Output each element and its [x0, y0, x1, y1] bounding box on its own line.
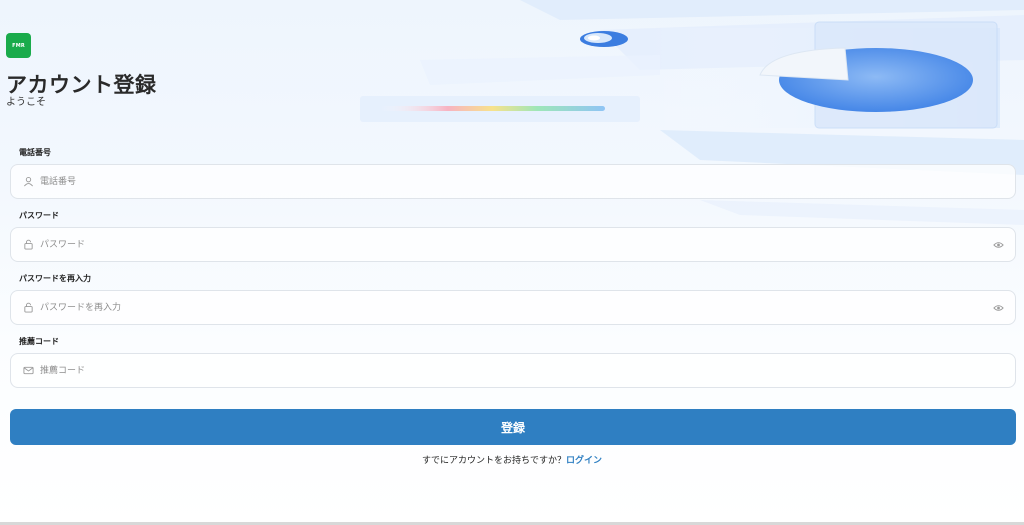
- password-label: パスワード: [19, 211, 59, 220]
- eye-icon[interactable]: [991, 301, 1005, 315]
- eye-icon[interactable]: [991, 238, 1005, 252]
- mail-icon: [22, 365, 34, 377]
- phone-field[interactable]: [10, 164, 1016, 199]
- lock-icon: [22, 302, 34, 314]
- referral-input[interactable]: [40, 354, 1015, 387]
- page-subtitle: ようこそ: [6, 97, 46, 108]
- app-logo: FMR: [6, 33, 31, 58]
- phone-input[interactable]: [40, 165, 1015, 198]
- password-confirm-field[interactable]: [10, 290, 1016, 325]
- password-input[interactable]: [40, 228, 991, 261]
- register-button[interactable]: 登録: [10, 409, 1016, 445]
- password-confirm-label: パスワードを再入力: [19, 274, 91, 283]
- user-icon: [22, 176, 34, 188]
- referral-field[interactable]: [10, 353, 1016, 388]
- referral-label: 推薦コード: [19, 337, 59, 346]
- password-field[interactable]: [10, 227, 1016, 262]
- login-prompt-text: すでにアカウントをお持ちですか？: [421, 456, 567, 466]
- login-link[interactable]: ログイン: [566, 456, 602, 466]
- logo-text: FMR: [12, 42, 25, 49]
- phone-label: 電話番号: [19, 148, 51, 157]
- lock-icon: [22, 239, 34, 251]
- login-prompt: すでにアカウントをお持ちですか？ログイン: [0, 453, 1024, 466]
- password-confirm-input[interactable]: [40, 291, 991, 324]
- register-page: FMR アカウント登録 ようこそ 電話番号 パスワード パスワードを再入力 推薦…: [0, 0, 1024, 525]
